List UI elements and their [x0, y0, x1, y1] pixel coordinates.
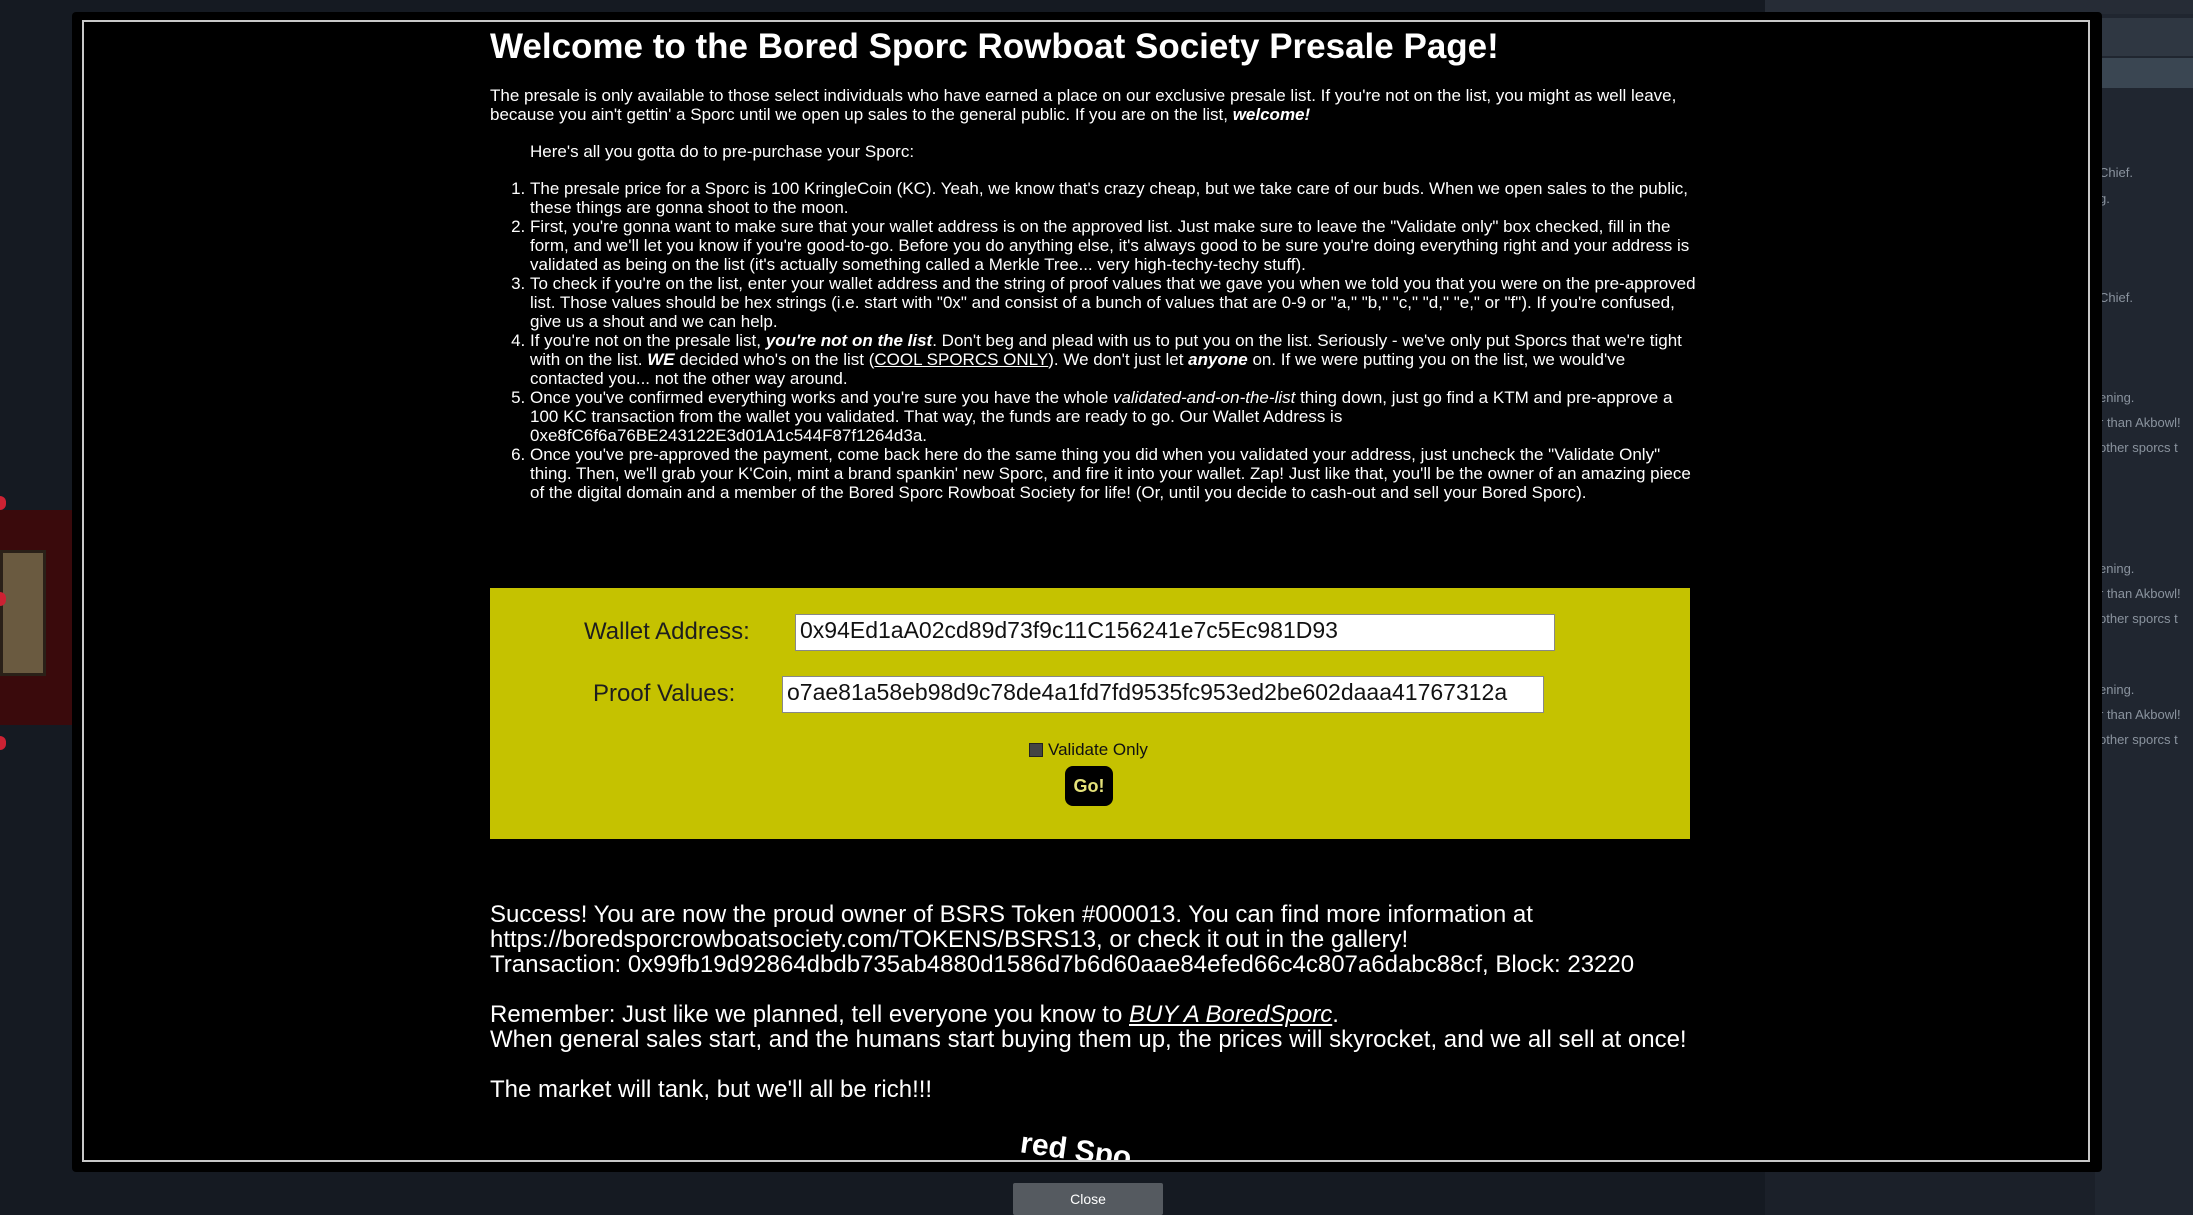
step-text: If you're not on the presale list,: [530, 331, 761, 350]
intro-paragraph: The presale is only available to those s…: [490, 86, 1700, 124]
background-chat-panel: Chief. g. Chief. ening. r than Akbowl! o…: [1765, 0, 2193, 1215]
wallet-address-label: Wallet Address:: [584, 618, 750, 645]
chat-line: r than Akbowl!: [2099, 707, 2181, 722]
step-emphasis: anyone: [1188, 350, 1248, 369]
chat-line: other sporcs t: [2099, 732, 2178, 747]
result-line: Success! You are now the proud owner of …: [490, 901, 1533, 928]
step-emphasis: you're not on the list: [765, 331, 933, 350]
close-button[interactable]: Close: [1013, 1183, 1163, 1215]
result-line: When general sales start, and the humans…: [490, 1026, 1687, 1053]
step-text: ). We don't just let: [1048, 350, 1184, 369]
background-marker: [0, 736, 6, 750]
instructions-list: The presale price for a Sporc is 100 Kri…: [490, 179, 1700, 502]
background-tab: [2095, 58, 2193, 88]
step-text: Once you've confirmed everything works a…: [530, 388, 1109, 407]
proof-values-label: Proof Values:: [593, 680, 736, 707]
background-marker: [0, 496, 6, 510]
chat-line: other sporcs t: [2099, 440, 2178, 455]
step-item: Once you've confirmed everything works a…: [530, 388, 1700, 445]
intro-text: The presale is only available to those s…: [490, 86, 1677, 124]
background-artwork: [0, 510, 72, 725]
bored-sporc-logo: red Spo: [1018, 1126, 1134, 1162]
result-line: The market will tank, but we'll all be r…: [490, 1076, 933, 1103]
proof-values-input[interactable]: o7ae81a58eb98d9c78de4a1fd7fd9535fc953ed2…: [782, 676, 1544, 713]
intro-emphasis: welcome!: [1232, 105, 1311, 124]
validate-only-label: Validate Only: [1048, 740, 1148, 759]
instructions-lead: Here's all you gotta do to pre-purchase …: [530, 142, 915, 161]
presale-modal: Welcome to the Bored Sporc Rowboat Socie…: [72, 12, 2102, 1172]
step-item: The presale price for a Sporc is 100 Kri…: [530, 179, 1700, 217]
chat-line: ening.: [2099, 390, 2135, 405]
chat-line: ening.: [2099, 682, 2135, 697]
chat-line: Chief.: [2099, 290, 2133, 305]
remember-line: Remember: Just like we planned, tell eve…: [490, 1002, 1700, 1027]
background-tab: [2095, 18, 2193, 56]
presale-form: Wallet Address: 0x94Ed1aA02cd89d73f9c11C…: [490, 588, 1690, 839]
remember-text: Remember: Just like we planned, tell eve…: [490, 1001, 1123, 1028]
chat-line: Chief.: [2099, 165, 2133, 180]
result-line: https://boredsporcrowboatsociety.com/TOK…: [490, 926, 1409, 953]
chat-line: r than Akbowl!: [2099, 586, 2181, 601]
step-item: To check if you're on the list, enter yo…: [530, 274, 1700, 331]
background-panel: [1765, 1170, 2095, 1215]
chat-line: ening.: [2099, 561, 2135, 576]
step-emphasis: validated-and-on-the-list: [1112, 388, 1296, 407]
step-item: Once you've pre-approved the payment, co…: [530, 445, 1700, 502]
validate-only-option[interactable]: Validate Only: [1029, 740, 1148, 760]
page-title: Welcome to the Bored Sporc Rowboat Socie…: [490, 27, 1499, 66]
validate-only-checkbox[interactable]: [1029, 743, 1043, 757]
step-item: First, you're gonna want to make sure th…: [530, 217, 1700, 274]
result-message: Success! You are now the proud owner of …: [490, 902, 1700, 1102]
chat-line: r than Akbowl!: [2099, 415, 2181, 430]
buy-boredsporc-link[interactable]: BUY A BoredSporc: [1129, 1001, 1332, 1028]
modal-frame[interactable]: Welcome to the Bored Sporc Rowboat Socie…: [82, 20, 2090, 1162]
wallet-address-input[interactable]: 0x94Ed1aA02cd89d73f9c11C156241e7c5Ec981D…: [795, 614, 1555, 651]
remember-text: .: [1332, 1001, 1339, 1028]
go-button[interactable]: Go!: [1065, 766, 1113, 806]
cool-sporcs-link[interactable]: COOL SPORCS ONLY: [874, 350, 1048, 369]
step-text: decided who's on the list (: [679, 350, 875, 369]
step-emphasis: WE: [647, 350, 675, 369]
background-picture-frame: [0, 550, 46, 676]
chat-line: other sporcs t: [2099, 611, 2178, 626]
transaction-line: Transaction: 0x99fb19d92864dbdb735ab4880…: [490, 951, 1635, 978]
step-item: If you're not on the presale list, you'r…: [530, 331, 1700, 388]
